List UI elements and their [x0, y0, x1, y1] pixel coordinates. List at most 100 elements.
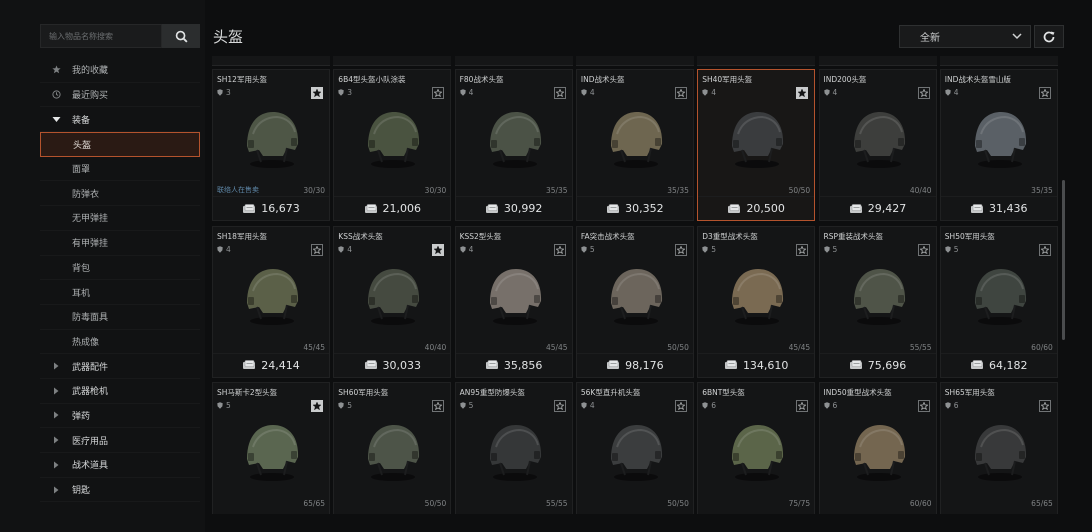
item-rarity: 4	[459, 88, 473, 97]
favorite-button[interactable]	[432, 243, 445, 256]
star-icon	[555, 245, 564, 254]
item-name: SH马斯卡2型头盔	[217, 388, 278, 397]
shield-icon	[823, 402, 830, 409]
item-card[interactable]: SH12军用头盔 3 联络人在售卖 30/30 16,673	[212, 69, 330, 221]
sidebar-item[interactable]: 无甲弹挂	[40, 206, 200, 231]
sidebar-item-label: 耳机	[72, 288, 91, 299]
sidebar-item[interactable]: 耳机	[40, 280, 200, 305]
item-card[interactable]: FA突击战术头盔 5 50/50 98,176	[575, 225, 694, 378]
sidebar-item[interactable]: 战术道具	[40, 453, 200, 478]
shield-icon	[823, 89, 830, 96]
rarity-value: 4	[468, 244, 474, 254]
sidebar-item[interactable]: 医疗用品	[40, 428, 200, 453]
favorite-button[interactable]	[553, 243, 566, 256]
item-card[interactable]: IND200头盔 4 40/40 29,427	[818, 69, 937, 221]
item-card[interactable]: 6BNT型头盔 6 75/75	[697, 382, 816, 514]
item-card[interactable]: SH马斯卡2型头盔 5 65/65	[212, 382, 330, 514]
favorite-button[interactable]	[432, 87, 445, 99]
item-card[interactable]: 56K型直升机头盔 4 50/50	[575, 382, 694, 514]
helmet-image	[610, 425, 662, 481]
favorite-button[interactable]	[553, 400, 566, 412]
item-card[interactable]: AN95重型防爆头盔 5 55/55	[454, 382, 573, 514]
favorite-button[interactable]	[796, 400, 809, 412]
star-icon	[676, 89, 685, 97]
item-card[interactable]: RSP重装战术头盔 5 55/55 75,696	[818, 225, 937, 378]
item-card[interactable]: D3重型战术头盔 5 45/45 134,610	[697, 225, 816, 378]
sidebar-item[interactable]: 武器枪机	[40, 379, 200, 404]
item-rarity: 4	[459, 244, 474, 254]
favorite-button[interactable]	[553, 87, 566, 99]
item-price: 31,436	[989, 202, 1028, 215]
price-bar: 35,856	[455, 352, 572, 377]
sidebar-item-label: 最近购买	[72, 91, 109, 102]
sidebar-item-label: 背包	[72, 263, 91, 274]
search-button[interactable]	[162, 24, 200, 48]
sidebar-item[interactable]: 弹药	[40, 404, 200, 429]
item-stock: 55/55	[545, 499, 568, 508]
helmet-image	[974, 425, 1026, 481]
item-card[interactable]: SH18军用头盔 4 45/45 24,414	[212, 225, 330, 378]
rarity-value: 4	[226, 244, 231, 254]
item-name: 56K型直升机头盔	[580, 388, 641, 397]
shield-icon	[217, 89, 223, 96]
sidebar-item[interactable]: 装备	[40, 107, 200, 133]
favorite-button[interactable]	[1038, 400, 1051, 412]
item-name: SH60军用头盔	[338, 388, 389, 397]
item-card[interactable]: SH65军用头盔 6 65/65	[939, 382, 1058, 514]
item-rarity: 5	[217, 401, 231, 410]
caret-right-icon	[40, 411, 72, 419]
sidebar-item[interactable]: 钥匙	[40, 478, 200, 503]
item-card[interactable]: SH40军用头盔 4 50/50 20,500	[697, 69, 816, 221]
sidebar-item[interactable]: 防弹衣	[40, 181, 200, 207]
sidebar-item[interactable]: 最近购买	[40, 83, 200, 108]
item-card[interactable]: IND50重型战术头盔 6 60/60	[818, 382, 937, 514]
item-name: IND200头盔	[823, 75, 867, 84]
item-card[interactable]: KSS2型头盔 4 45/45 35,856	[454, 225, 573, 378]
search-input[interactable]	[40, 24, 162, 48]
shield-icon	[702, 89, 708, 96]
favorite-button[interactable]	[311, 400, 323, 412]
item-name: KSS2型头盔	[459, 231, 502, 241]
sidebar-item[interactable]: 面罩	[40, 157, 200, 182]
item-stock: 50/50	[667, 342, 689, 352]
refresh-button[interactable]	[1034, 25, 1064, 48]
rarity-value: 4	[589, 401, 595, 410]
helmet-image	[974, 268, 1026, 325]
favorite-button[interactable]	[917, 400, 930, 412]
item-price: 29,427	[867, 202, 907, 215]
sort-dropdown[interactable]: 全新	[899, 25, 1031, 48]
favorite-button[interactable]	[674, 87, 687, 99]
sidebar-item[interactable]: 有甲弹挂	[40, 231, 200, 256]
item-card[interactable]: IND战术头盔 4 35/35 30,352	[575, 69, 694, 221]
star-icon	[40, 65, 72, 74]
favorite-button[interactable]	[432, 400, 445, 412]
sidebar-item[interactable]: 热成像	[40, 330, 200, 355]
favorite-button[interactable]	[796, 87, 809, 99]
favorite-button[interactable]	[674, 243, 687, 256]
item-card[interactable]: KSS战术头盔 4 40/40 30,033	[333, 225, 452, 378]
favorite-button[interactable]	[674, 400, 687, 412]
sidebar-item-label: 医疗用品	[72, 436, 109, 447]
item-card[interactable]: SH60军用头盔 5 50/50	[333, 382, 452, 514]
scrollbar[interactable]	[1062, 180, 1065, 340]
item-card[interactable]: IND战术头盔雪山版 4 35/35 31,436	[939, 69, 1058, 221]
favorite-button[interactable]	[1038, 87, 1051, 99]
item-rarity: 6	[945, 401, 959, 410]
rarity-value: 4	[347, 244, 353, 254]
favorite-button[interactable]	[311, 243, 323, 256]
sidebar-item[interactable]: 头盔	[40, 132, 200, 157]
sidebar-item[interactable]: 武器配件	[40, 354, 200, 379]
favorite-button[interactable]	[917, 87, 930, 99]
favorite-button[interactable]	[1038, 243, 1051, 256]
favorite-button[interactable]	[917, 243, 930, 256]
sidebar-item[interactable]: 背包	[40, 256, 200, 281]
item-card[interactable]: 6B4型头盔小队涂装 3 30/30 21,006	[333, 69, 452, 221]
sidebar-item[interactable]: 我的收藏	[40, 58, 200, 83]
sidebar-item[interactable]: 防毒面具	[40, 305, 200, 330]
search-box	[40, 24, 200, 48]
item-card[interactable]: SH50军用头盔 5 60/60 64,182	[939, 225, 1058, 378]
favorite-button[interactable]	[311, 87, 323, 99]
caret-right-icon	[40, 362, 72, 370]
favorite-button[interactable]	[796, 243, 809, 256]
item-card[interactable]: F80战术头盔 4 35/35 30,992	[454, 69, 573, 221]
